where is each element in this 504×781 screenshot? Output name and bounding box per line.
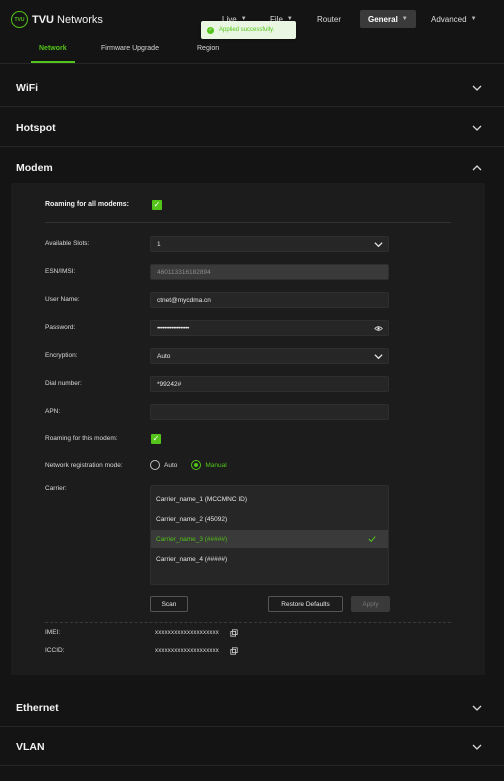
carrier-item[interactable]: Carrier_name_1 (MCCMNC ID) [151,490,388,508]
esn-imsi-label: ESN/IMSI: [45,268,76,275]
iccid-value: xxxxxxxxxxxxxxxxxxxx [155,648,219,654]
check-circle-icon: ✓ [207,26,214,34]
nav-router[interactable]: Router [317,10,341,28]
nav-general[interactable]: General ▼ [360,10,416,28]
chevron-up-icon [472,165,482,171]
tab-firmware-upgrade[interactable]: Firmware Upgrade [101,45,159,52]
radio-auto[interactable] [150,460,160,470]
scan-button[interactable]: Scan [150,596,188,612]
chevron-down-icon [472,85,482,91]
toast-message: Applied successfully. [219,27,275,33]
carrier-item-selected[interactable]: Carrier_name_3 (#####) [151,530,388,548]
active-tab-indicator [31,61,75,63]
user-name-text[interactable] [157,296,388,304]
esn-imsi-value: 460113316182894 [157,268,211,276]
caret-down-icon: ▼ [470,16,477,22]
user-name-input[interactable] [150,292,389,308]
encryption-value: Auto [157,352,171,360]
section-title: WiFi [16,81,39,94]
password-value: •••••••••••••••••• [157,324,189,332]
success-toast: ✓ Applied successfully. [201,21,296,39]
nav-advanced[interactable]: Advanced ▼ [431,10,477,28]
section-title: Modem [16,162,53,174]
available-slots-label: Available Slots: [45,240,90,247]
section-title: Ethernet [16,701,59,714]
sub-tabs: Network Firmware Upgrade Region [0,40,504,64]
tvu-logo[interactable]: TVU TVU Networks [11,11,103,28]
radio-auto-label[interactable]: Auto [164,462,177,469]
password-label: Password: [45,324,76,331]
reg-mode-radio-group: Auto Manual [150,460,241,470]
apn-text[interactable] [157,408,388,416]
dashed-divider [45,622,451,623]
chevron-down-icon [472,744,482,750]
carrier-item-label: Carrier_name_3 (#####) [156,535,228,543]
apn-label: APN: [45,408,61,415]
section-hotspot[interactable]: Hotspot [0,109,504,147]
check-icon [368,536,376,543]
divider [45,222,451,223]
imei-label: IMEI: [45,629,61,636]
radio-manual-label[interactable]: Manual [205,462,226,469]
iccid-label: ICCID: [45,647,65,654]
check-icon: ✓ [152,434,160,443]
chevron-down-icon [374,242,383,248]
section-title: Hotspot [16,121,56,134]
dial-number-input[interactable] [150,376,389,392]
roaming-this-label: Roaming for this modem: [45,435,118,442]
section-ethernet[interactable]: Ethernet [0,689,504,727]
logo-text: TVU Networks [32,13,103,26]
user-name-label: User Name: [45,296,80,303]
tab-region[interactable]: Region [197,45,219,52]
check-icon: ✓ [153,200,161,209]
apply-button[interactable]: Apply [351,596,390,612]
copy-icon[interactable] [230,629,238,637]
restore-defaults-button[interactable]: Restore Defaults [268,596,343,612]
modem-panel [11,183,485,675]
chevron-down-icon [472,125,482,131]
imei-value: xxxxxxxxxxxxxxxxxxxx [155,630,219,636]
chevron-down-icon [374,354,383,360]
dial-number-text[interactable] [157,380,388,388]
caret-down-icon: ▼ [401,16,408,22]
radio-manual[interactable] [191,460,202,470]
carrier-list[interactable]: Carrier_name_1 (MCCMNC ID) Carrier_name_… [150,485,389,585]
chevron-down-icon [472,705,482,711]
roaming-all-checkbox[interactable]: ✓ [152,200,162,210]
section-modem[interactable]: Modem [0,149,504,187]
carrier-item[interactable]: Carrier_name_4 (#####) [151,550,388,568]
apn-input[interactable] [150,404,389,420]
tab-network[interactable]: Network [39,45,67,52]
section-wifi[interactable]: WiFi [0,69,504,107]
available-slots-select[interactable]: 1 [150,236,389,252]
roaming-all-label: Roaming for all modems: [45,201,130,208]
carrier-label: Carrier: [45,485,67,492]
section-title: VLAN [16,740,45,753]
carrier-item[interactable]: Carrier_name_2 (45092) [151,510,388,528]
logo-badge-icon: TVU [11,11,28,28]
esn-imsi-field: 460113316182894 [150,264,389,280]
encryption-label: Encryption: [45,352,78,359]
copy-icon[interactable] [230,647,238,655]
eye-icon[interactable] [374,324,383,333]
available-slots-value: 1 [157,240,161,248]
dial-number-label: Dial number: [45,380,82,387]
reg-mode-label: Network registration mode: [45,462,123,469]
encryption-select[interactable]: Auto [150,348,389,364]
roaming-this-checkbox[interactable]: ✓ [151,434,161,444]
password-input[interactable]: •••••••••••••••••• [150,320,389,336]
section-vlan[interactable]: VLAN [0,728,504,766]
